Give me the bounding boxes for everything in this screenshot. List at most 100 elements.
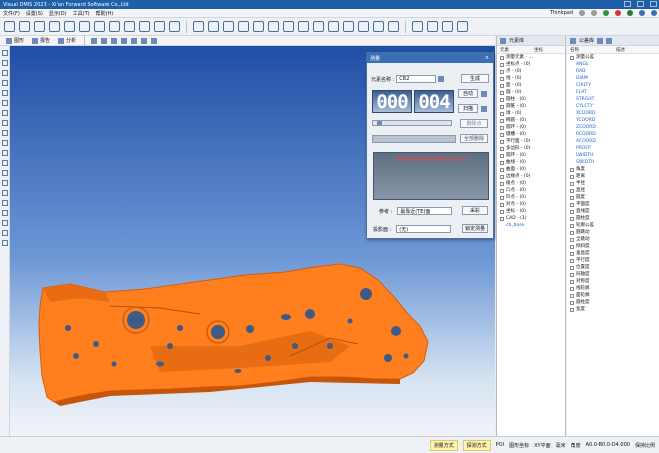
undo-icon[interactable] xyxy=(2,220,8,226)
tolerance-param-item[interactable]: DIAM xyxy=(567,75,659,82)
view-side-icon[interactable] xyxy=(151,37,158,44)
element-tree-item[interactable]: 球 - (0) xyxy=(497,110,565,117)
tolerance-param-item[interactable]: PROFP xyxy=(567,145,659,152)
axis-icon[interactable] xyxy=(2,170,8,176)
probe-icon[interactable] xyxy=(2,180,8,186)
element-tree-item[interactable]: 点 - (0) xyxy=(497,68,565,75)
section-icon[interactable] xyxy=(2,130,8,136)
expand-icon[interactable] xyxy=(570,188,574,193)
probe-tool-icon[interactable] xyxy=(412,21,423,32)
expand-icon[interactable] xyxy=(500,104,504,109)
tolerance-param-item[interactable]: RCOORD xyxy=(567,131,659,138)
element-tree-item[interactable]: CAD - (1) xyxy=(497,215,565,222)
hide-icon[interactable] xyxy=(2,70,8,76)
element-tree-item[interactable]: 圆锥 - (0) xyxy=(497,103,565,110)
close-button[interactable] xyxy=(650,1,657,7)
perpendicular-tool-icon[interactable] xyxy=(343,21,354,32)
help-icon[interactable] xyxy=(651,10,657,16)
expand-icon[interactable] xyxy=(570,307,574,312)
tolerance-param-item[interactable]: YCOORD xyxy=(567,117,659,124)
settings-tool-icon[interactable] xyxy=(457,21,468,32)
expand-icon[interactable] xyxy=(570,202,574,207)
expand-icon[interactable] xyxy=(500,125,504,130)
select-box-icon[interactable] xyxy=(2,60,8,66)
expand-icon[interactable] xyxy=(500,202,504,207)
shade-icon[interactable] xyxy=(2,160,8,166)
tolerance-param-item[interactable]: STRGHT xyxy=(567,96,659,103)
parallel-tool-icon[interactable] xyxy=(328,21,339,32)
menu-help[interactable]: 帮助(H) xyxy=(93,10,117,17)
element-tree-item[interactable]: 平行面 - (0) xyxy=(497,138,565,145)
element-tree-item[interactable]: 测量元素 - ... xyxy=(497,54,565,61)
ellipse-tool-icon[interactable] xyxy=(109,21,120,32)
cone-tool-icon[interactable] xyxy=(79,21,90,32)
midpoint-tool-icon[interactable] xyxy=(253,21,264,32)
delete-all-button[interactable]: 全部删除 xyxy=(460,134,488,143)
sphere-tool-icon[interactable] xyxy=(94,21,105,32)
tolerance-group-item[interactable]: 距离 xyxy=(567,173,659,180)
expand-icon[interactable] xyxy=(500,90,504,95)
select-icon[interactable] xyxy=(2,50,8,56)
connect-icon[interactable] xyxy=(603,10,609,16)
expand-icon[interactable] xyxy=(570,258,574,263)
offset-tool-icon[interactable] xyxy=(283,21,294,32)
plane-tool-icon[interactable] xyxy=(34,21,45,32)
expand-icon[interactable] xyxy=(570,293,574,298)
cad-icon[interactable] xyxy=(2,100,8,106)
element-tree-item[interactable]: 坐标点 - (0) xyxy=(497,61,565,68)
torus-tool-icon[interactable] xyxy=(124,21,135,32)
expand-icon[interactable] xyxy=(500,188,504,193)
element-tree-item[interactable]: 曲面 - (0) xyxy=(497,166,565,173)
cylinder-tool-icon[interactable] xyxy=(64,21,75,32)
report-tool-icon[interactable] xyxy=(442,21,453,32)
maximize-button[interactable] xyxy=(637,1,644,7)
pin-icon[interactable] xyxy=(606,37,613,44)
tolerance-param-item[interactable]: CIRLTY xyxy=(567,82,659,89)
expand-icon[interactable] xyxy=(570,251,574,256)
scan-settings-icon[interactable] xyxy=(481,106,487,112)
probe-mode-status[interactable]: 探测方式 xyxy=(462,439,491,451)
expand-icon[interactable] xyxy=(500,153,504,158)
wire-icon[interactable] xyxy=(2,150,8,156)
element-tree-item[interactable]: 面 - (0) xyxy=(497,82,565,89)
tolerance-root[interactable]: 测量公差 xyxy=(567,54,659,61)
expand-icon[interactable] xyxy=(500,181,504,186)
clear-icon[interactable] xyxy=(2,210,8,216)
tolerance-group-item[interactable]: 垂直度 xyxy=(567,250,659,257)
pick-button[interactable]: 采彩 xyxy=(462,206,488,215)
slot-tool-icon[interactable] xyxy=(139,21,150,32)
tolerance-group-item[interactable]: 线轮廓 xyxy=(567,285,659,292)
tab-graphics[interactable]: 图形 xyxy=(4,37,26,44)
tolerance-param-item[interactable]: ANGL xyxy=(567,61,659,68)
expand-icon[interactable] xyxy=(570,174,574,179)
pan-icon[interactable] xyxy=(111,37,118,44)
tab-report[interactable]: 报告 xyxy=(30,37,52,44)
slider-thumb[interactable] xyxy=(377,121,382,125)
filter-icon[interactable] xyxy=(597,37,604,44)
tolerance-param-item[interactable]: FLAT xyxy=(567,89,659,96)
expand-icon[interactable] xyxy=(570,167,574,172)
redo-icon[interactable] xyxy=(2,230,8,236)
menu-tools[interactable]: 工具(T) xyxy=(70,10,93,17)
project-tool-icon[interactable] xyxy=(268,21,279,32)
concentric-tool-icon[interactable] xyxy=(388,21,399,32)
reference-select[interactable]: 最靠近(TE)面 xyxy=(397,207,453,215)
expand-icon[interactable] xyxy=(500,111,504,116)
expand-icon[interactable] xyxy=(500,139,504,144)
element-tree-item[interactable]: 棱点 - (0) xyxy=(497,180,565,187)
expand-icon[interactable] xyxy=(570,55,574,60)
tolerance-param-item[interactable]: ACOORD xyxy=(567,138,659,145)
tolerance-param-item[interactable]: CYLCTY xyxy=(567,103,659,110)
status-icon[interactable] xyxy=(627,10,633,16)
element-tree-item[interactable]: 曲线 - (0) xyxy=(497,159,565,166)
user-icon[interactable] xyxy=(591,10,597,16)
coord-system-status[interactable]: 图形坐标 xyxy=(509,442,529,449)
auto-button[interactable]: 自动 xyxy=(458,89,478,98)
layer-icon[interactable] xyxy=(2,120,8,126)
generate-button[interactable]: 生成 xyxy=(461,74,489,83)
keep-ratio-checkbox[interactable]: 保持比例 xyxy=(635,442,655,449)
tolerance-group-item[interactable]: 圆柱度 xyxy=(567,299,659,306)
rotate-icon[interactable] xyxy=(101,37,108,44)
tolerance-group-item[interactable]: 宽度 xyxy=(567,306,659,313)
zoom-icon[interactable] xyxy=(91,37,98,44)
